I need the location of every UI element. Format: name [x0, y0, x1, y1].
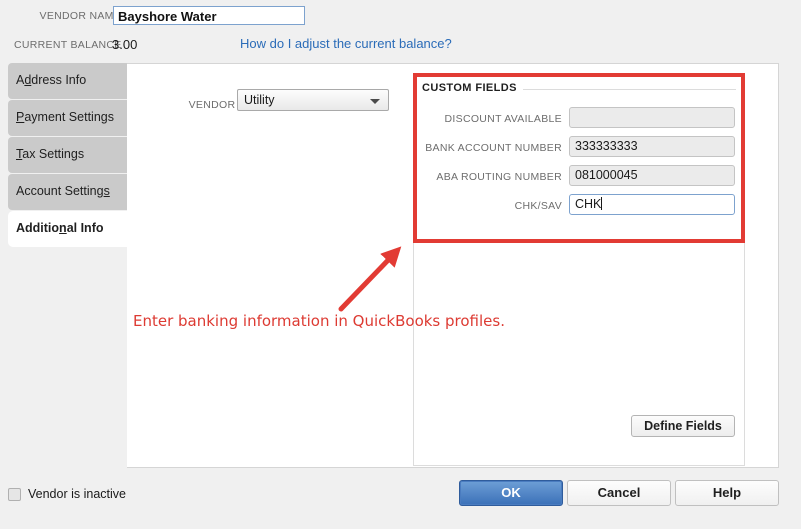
text-caret [601, 197, 603, 210]
ok-button[interactable]: OK [459, 480, 563, 506]
custom-field-row: ABA ROUTING NUMBER 081000045 [414, 165, 746, 189]
adjust-balance-link[interactable]: How do I adjust the current balance? [240, 36, 452, 51]
discount-available-label: DISCOUNT AVAILABLE [444, 113, 562, 125]
vendor-type-select[interactable]: Utility [237, 89, 389, 111]
aba-routing-number-input[interactable]: 081000045 [569, 165, 735, 186]
tab-address-info-label: Address Info [16, 73, 87, 87]
current-balance-label: CURRENT BALANCE [14, 39, 122, 51]
tab-tax-settings[interactable]: Tax Settings [8, 137, 128, 173]
vendor-name-label: VENDOR NAME [39, 10, 121, 22]
tab-additional-info-label: Additional Info [16, 221, 104, 235]
content-panel: VENDOR TYPE Utility CUSTOM FIELDS DISCOU… [127, 63, 779, 468]
tab-payment-settings-label: Payment Settings [16, 110, 114, 124]
chk-sav-input[interactable]: CHK [569, 194, 735, 215]
discount-available-input[interactable] [569, 107, 735, 128]
vendor-inactive-checkbox[interactable] [8, 488, 21, 501]
chevron-down-icon [370, 99, 380, 104]
tab-account-settings-label: Account Settings [16, 184, 110, 198]
define-fields-button[interactable]: Define Fields [631, 415, 735, 437]
help-button[interactable]: Help [675, 480, 779, 506]
tab-address-info[interactable]: Address Info [8, 63, 128, 99]
aba-routing-number-label: ABA ROUTING NUMBER [436, 171, 562, 183]
custom-field-row: CHK/SAV CHK [414, 194, 746, 218]
vendor-inactive-label: Vendor is inactive [28, 487, 126, 501]
vendor-type-value: Utility [244, 93, 275, 107]
custom-field-row: BANK ACCOUNT NUMBER 333333333 [414, 136, 746, 160]
cancel-button[interactable]: Cancel [567, 480, 671, 506]
custom-fields-legend: CUSTOM FIELDS [422, 82, 523, 94]
vendor-name-input[interactable]: Bayshore Water [113, 6, 305, 25]
custom-fields-group: CUSTOM FIELDS DISCOUNT AVAILABLE BANK AC… [413, 76, 745, 466]
bank-account-number-label: BANK ACCOUNT NUMBER [425, 142, 562, 154]
tab-address-info-text: dress Info [31, 73, 87, 87]
dialog-footer: Vendor is inactive OK Cancel Help [0, 468, 801, 529]
tab-rail: Address Info Payment Settings Tax Settin… [0, 63, 129, 468]
tab-payment-settings[interactable]: Payment Settings [8, 100, 128, 136]
vendor-name-row: VENDOR NAME Bayshore Water [0, 4, 320, 28]
tab-tax-settings-label: Tax Settings [16, 147, 85, 161]
bank-account-number-input[interactable]: 333333333 [569, 136, 735, 157]
current-balance-value: 3.00 [112, 37, 138, 52]
tab-additional-info[interactable]: Additional Info [8, 211, 129, 247]
annotation-text: Enter banking information in QuickBooks … [133, 312, 505, 330]
custom-field-row: DISCOUNT AVAILABLE [414, 107, 746, 131]
chk-sav-value: CHK [575, 197, 602, 211]
chk-sav-label: CHK/SAV [514, 200, 562, 212]
dialog-header: VENDOR NAME Bayshore Water CURRENT BALAN… [0, 0, 801, 63]
tab-account-settings[interactable]: Account Settings [8, 174, 128, 210]
